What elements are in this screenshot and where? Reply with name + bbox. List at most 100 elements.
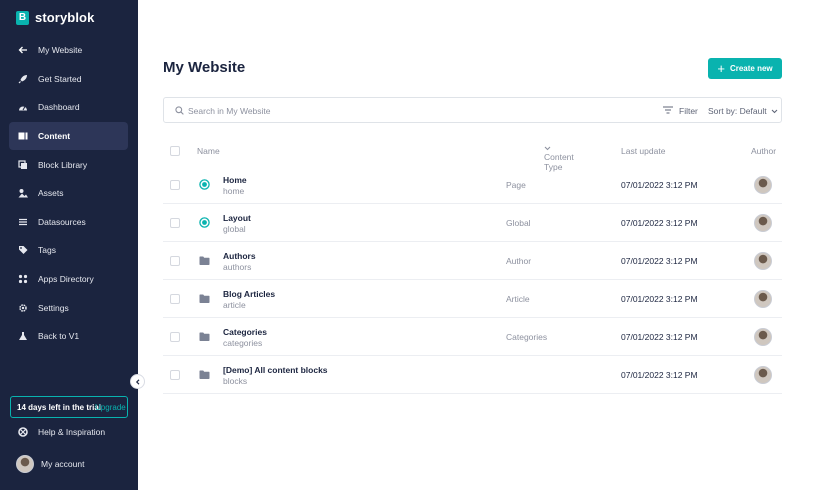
row-content-type: Author: [506, 256, 532, 266]
lifebuoy-icon: [18, 427, 28, 437]
avatar: [754, 214, 772, 232]
row-slug: article: [223, 300, 246, 310]
row-name[interactable]: Categories: [223, 327, 267, 337]
type-icon: [199, 293, 210, 304]
flask-icon: [18, 331, 28, 341]
avatar: [754, 252, 772, 270]
row-slug: global: [223, 224, 246, 234]
story-icon: [199, 217, 210, 228]
row-checkbox[interactable]: [170, 256, 180, 266]
storyblok-logo-icon: B: [16, 10, 29, 25]
row-name[interactable]: Authors: [223, 251, 256, 261]
trial-banner[interactable]: 14 days left in the trial Upgrade: [10, 396, 128, 418]
my-account-item[interactable]: My account: [16, 455, 84, 473]
row-last-update: 07/01/2022 3:12 PM: [621, 370, 698, 380]
row-name[interactable]: Home: [223, 175, 247, 185]
sidebar-item-label: Block Library: [38, 159, 88, 170]
sidebar-item-assets[interactable]: Assets: [9, 179, 128, 208]
filter-icon: [663, 106, 673, 116]
row-content-type: Article: [506, 294, 530, 304]
row-content-type: Categories: [506, 332, 548, 342]
row-content-type: Global: [506, 218, 531, 228]
sidebar-item-apps-directory[interactable]: Apps Directory: [9, 265, 128, 294]
column-author: Author: [751, 146, 777, 156]
storyblok-logo[interactable]: B storyblok: [16, 10, 94, 25]
column-name[interactable]: Name: [197, 146, 220, 156]
sidebar: B storyblok My Website Get Started Dashb…: [0, 0, 138, 490]
row-name[interactable]: [Demo] All content blocks: [223, 365, 328, 375]
folder-icon: [199, 332, 210, 341]
sort-dropdown[interactable]: Sort by: Default: [708, 106, 778, 116]
table-row[interactable]: Blog Articles article Article 07/01/2022 3:…: [163, 280, 782, 318]
table-row[interactable]: Home home Page 07/01/2022 3:12 PM: [163, 166, 782, 204]
type-icon: [199, 179, 210, 190]
rocket-icon: [18, 74, 28, 84]
sidebar-item-label: Assets: [38, 188, 64, 199]
row-last-update: 07/01/2022 3:12 PM: [621, 332, 698, 342]
page-title: My Website: [163, 59, 246, 76]
folder-icon: [199, 256, 210, 265]
chevron-down-icon: [544, 146, 551, 151]
sidebar-item-datasources[interactable]: Datasources: [9, 208, 128, 237]
row-last-update: 07/01/2022 3:12 PM: [621, 180, 698, 190]
search-bar: Filter Sort by: Default: [163, 97, 782, 123]
sidebar-item-label: Get Started: [38, 73, 82, 84]
sidebar-item-dashboard[interactable]: Dashboard: [9, 93, 128, 122]
table-row[interactable]: [Demo] All content blocks blocks 07/01/202…: [163, 356, 782, 394]
help-inspiration-item[interactable]: Help & Inspiration: [18, 427, 105, 437]
type-icon: [199, 369, 210, 380]
logo-text: storyblok: [35, 10, 95, 25]
filter-label: Filter: [679, 106, 698, 116]
blocks-icon: [18, 160, 28, 170]
collapse-sidebar-button[interactable]: [130, 374, 145, 389]
search-input[interactable]: [188, 103, 488, 118]
sidebar-item-tags[interactable]: Tags: [9, 236, 128, 265]
row-checkbox[interactable]: [170, 370, 180, 380]
row-name[interactable]: Layout: [223, 213, 251, 223]
create-new-label: Create new: [729, 64, 773, 73]
sidebar-item-settings[interactable]: Settings: [9, 293, 128, 322]
table-row[interactable]: Categories categories Categories 07/01/2022…: [163, 318, 782, 356]
row-slug: blocks: [223, 376, 248, 386]
select-all-checkbox[interactable]: [170, 146, 180, 156]
row-name[interactable]: Blog Articles: [223, 289, 275, 299]
avatar: [16, 455, 34, 473]
tag-icon: [18, 245, 28, 255]
gauge-icon: [18, 102, 28, 112]
table-row[interactable]: Layout global Global 07/01/2022 3:12 PM: [163, 204, 782, 242]
assets-icon: [18, 188, 28, 198]
row-slug: authors: [223, 262, 252, 272]
row-checkbox[interactable]: [170, 332, 180, 342]
row-checkbox[interactable]: [170, 180, 180, 190]
story-icon: [199, 179, 210, 190]
sidebar-item-block-library[interactable]: Block Library: [9, 150, 128, 179]
type-icon: [199, 255, 210, 266]
filter-button[interactable]: Filter: [663, 106, 698, 116]
column-content-type[interactable]: Content Type: [544, 146, 574, 172]
plus-icon: +: [717, 60, 725, 76]
row-slug: categories: [223, 338, 263, 348]
row-last-update: 07/01/2022 3:12 PM: [621, 294, 698, 304]
row-slug: home: [223, 186, 245, 196]
row-checkbox[interactable]: [170, 294, 180, 304]
sidebar-item-back-to-v1[interactable]: Back to V1: [9, 322, 128, 351]
help-label: Help & Inspiration: [38, 427, 106, 437]
sidebar-item-content[interactable]: Content: [9, 121, 128, 151]
sidebar-item-label: Dashboard: [38, 102, 80, 113]
upgrade-link[interactable]: Upgrade: [95, 403, 126, 412]
apps-icon: [18, 274, 28, 284]
folder-icon: [199, 370, 210, 379]
chevron-left-icon: [135, 377, 141, 387]
sidebar-nav: My Website Get Started Dashboard Content…: [9, 36, 128, 351]
table-row[interactable]: Authors authors Author 07/01/2022 3:12 PM: [163, 242, 782, 280]
row-checkbox[interactable]: [170, 218, 180, 228]
sidebar-item-my-website[interactable]: My Website: [9, 36, 128, 65]
account-label: My account: [41, 459, 85, 469]
sidebar-item-label: Settings: [38, 302, 69, 313]
sidebar-item-get-started[interactable]: Get Started: [9, 65, 128, 94]
create-new-button[interactable]: + Create new: [708, 58, 782, 79]
avatar: [754, 328, 772, 346]
sidebar-item-label: Content: [38, 131, 71, 142]
sidebar-item-label: Back to V1: [38, 331, 80, 342]
arrow-left-icon: [18, 45, 28, 55]
